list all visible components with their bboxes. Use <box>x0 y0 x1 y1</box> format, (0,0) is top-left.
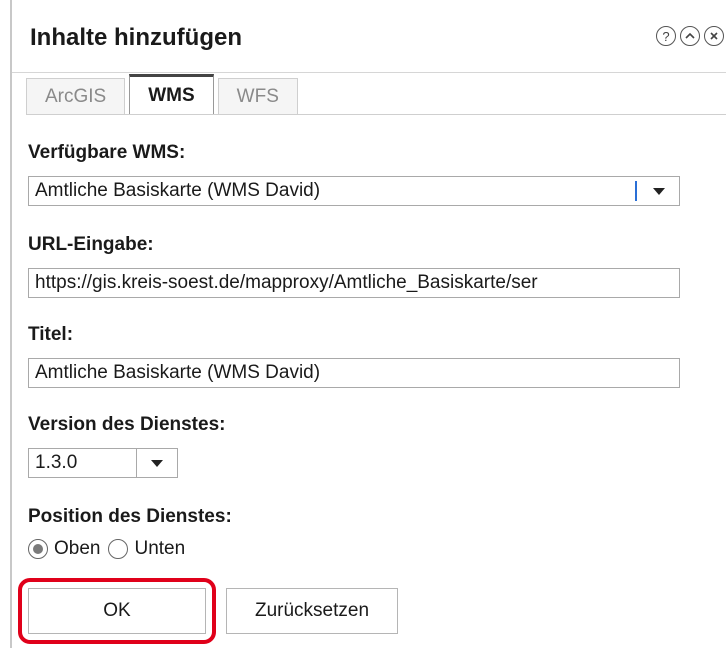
radio-unten-label[interactable]: Unten <box>134 538 185 560</box>
chevron-down-icon[interactable] <box>137 449 177 477</box>
dialog-titlebar: Inhalte hinzufügen ? <box>12 0 726 73</box>
select-cursor <box>635 181 637 201</box>
position-label: Position des Dienstes: <box>28 506 232 527</box>
titlebar-icons: ? <box>656 26 724 46</box>
available-wms-label: Verfügbare WMS: <box>28 142 186 163</box>
title-label: Titel: <box>28 324 74 345</box>
url-value: https://gis.kreis-soest.de/mapproxy/Amtl… <box>35 272 538 293</box>
version-label: Version des Dienstes: <box>28 414 226 435</box>
dialog-title: Inhalte hinzufügen <box>30 24 242 51</box>
tab-arcgis[interactable]: ArcGIS <box>26 78 126 114</box>
available-wms-select[interactable]: Amtliche Basiskarte (WMS David) <box>28 176 680 206</box>
add-content-dialog: Inhalte hinzufügen ? ArcGIS WMS WFS Verf… <box>10 0 726 648</box>
position-radio-group: Oben Unten <box>28 538 193 560</box>
tab-wfs[interactable]: WFS <box>217 78 298 114</box>
reset-button[interactable]: Zurücksetzen <box>226 588 398 634</box>
version-value: 1.3.0 <box>35 452 78 473</box>
radio-unten[interactable] <box>108 539 129 559</box>
radio-selected-dot <box>33 544 43 554</box>
url-input[interactable]: https://gis.kreis-soest.de/mapproxy/Amtl… <box>28 268 680 298</box>
close-icon[interactable] <box>704 26 724 46</box>
chevron-down-icon[interactable] <box>639 177 679 205</box>
collapse-icon[interactable] <box>680 26 700 46</box>
radio-oben[interactable] <box>28 539 48 559</box>
help-icon[interactable]: ? <box>656 26 676 46</box>
ok-highlight-box <box>18 578 216 644</box>
available-wms-value: Amtliche Basiskarte (WMS David) <box>35 180 321 201</box>
tab-divider <box>26 114 726 115</box>
radio-oben-label[interactable]: Oben <box>54 538 100 560</box>
version-select[interactable]: 1.3.0 <box>28 448 178 478</box>
url-label: URL-Eingabe: <box>28 234 154 255</box>
tab-wms[interactable]: WMS <box>129 74 214 114</box>
title-input[interactable]: Amtliche Basiskarte (WMS David) <box>28 358 680 388</box>
tab-bar: ArcGIS WMS WFS <box>26 74 302 114</box>
title-value: Amtliche Basiskarte (WMS David) <box>35 362 321 383</box>
